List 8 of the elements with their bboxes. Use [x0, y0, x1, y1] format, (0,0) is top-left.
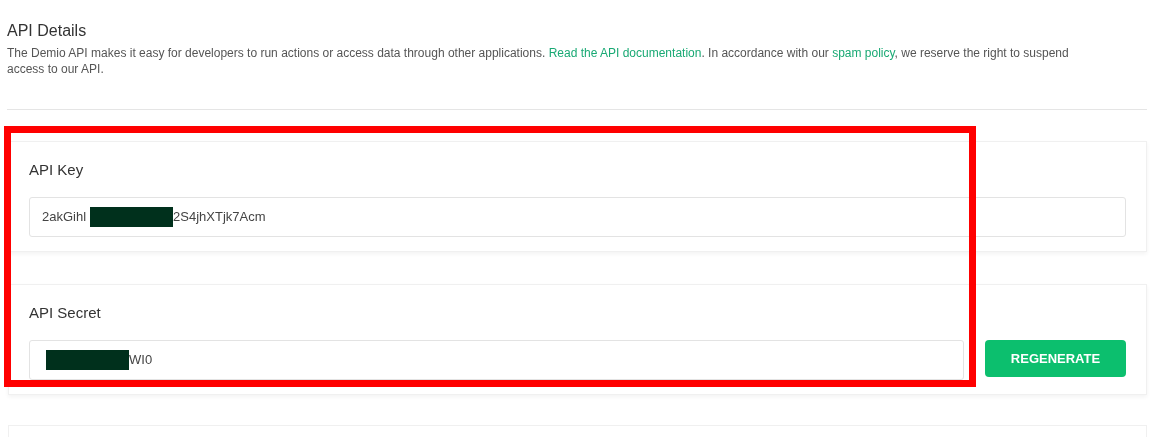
field-label: API Secret — [29, 303, 101, 323]
policy-link[interactable]: spam policy — [832, 46, 895, 60]
description-text: The Demio API makes it easy for developers to run actions or access data through other applications. Read the API documentation. In accordance with our spam policy, we reserve the right to suspend access to our API. — [7, 45, 1070, 77]
section-title: API Details — [7, 21, 87, 41]
regenerate-button[interactable]: REGENERATE — [985, 340, 1126, 377]
text-field[interactable]: WI0 — [29, 340, 964, 380]
field-label: API Key — [29, 160, 84, 180]
text-field[interactable]: 2akGihl 2S4jhXTjk7Acm — [29, 197, 1126, 237]
